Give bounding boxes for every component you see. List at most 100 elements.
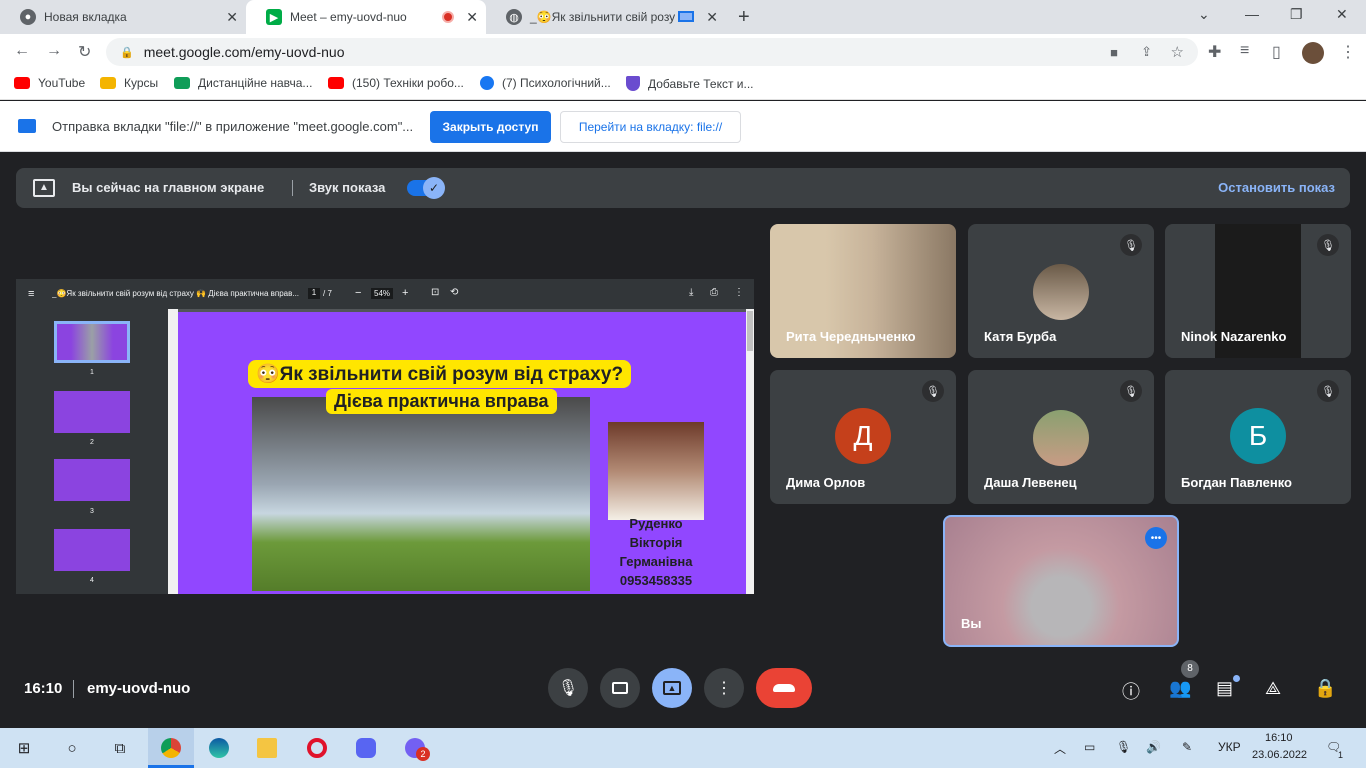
bookmark-technics[interactable]: (150) Техніки робо... bbox=[328, 76, 464, 90]
opera-icon[interactable] bbox=[307, 738, 327, 758]
taskbar-date[interactable]: 23.06.2022 bbox=[1252, 749, 1307, 761]
info-button[interactable]: ⓘ bbox=[1122, 678, 1140, 704]
close-tab-icon[interactable]: ✕ bbox=[706, 9, 718, 26]
divider bbox=[292, 180, 293, 196]
present-button[interactable]: ▲ bbox=[652, 668, 692, 708]
search-icon[interactable]: ○ bbox=[62, 738, 82, 758]
bookmark-youtube[interactable]: YouTube bbox=[14, 76, 85, 90]
thumbnail-number: 1 bbox=[90, 369, 94, 376]
reload-icon[interactable]: ↻ bbox=[78, 42, 91, 62]
zoom-out-icon[interactable]: − bbox=[355, 287, 361, 299]
scrollbar[interactable] bbox=[168, 309, 178, 594]
extensions-icon[interactable]: ✚ bbox=[1208, 42, 1221, 62]
taskbar-time[interactable]: 16:10 bbox=[1265, 732, 1293, 744]
print-icon[interactable]: ⎙ bbox=[710, 287, 718, 298]
close-tab-icon[interactable]: ✕ bbox=[226, 9, 238, 26]
camera-icon[interactable]: ■ bbox=[1110, 45, 1118, 60]
zoom-in-icon[interactable]: + bbox=[402, 287, 408, 299]
shield-icon bbox=[626, 76, 640, 91]
speaking-icon: ••• bbox=[1145, 527, 1167, 549]
participant-tile[interactable]: Рита Чередныченко bbox=[770, 224, 956, 358]
rotate-icon[interactable]: ⟲ bbox=[450, 287, 458, 298]
microphone-button[interactable]: 🎙 bbox=[548, 668, 588, 708]
bookmark-kursy[interactable]: Курсы bbox=[100, 76, 158, 90]
thumbnail-number: 2 bbox=[90, 439, 94, 446]
chrome-icon[interactable] bbox=[161, 738, 181, 758]
restore-button[interactable]: ❐ bbox=[1290, 6, 1303, 23]
bookmark-label: Дистанційне навча... bbox=[198, 76, 313, 90]
thumbnail[interactable] bbox=[54, 529, 130, 571]
stop-sharing-button[interactable]: Закрыть доступ bbox=[430, 111, 551, 143]
camera-button[interactable] bbox=[600, 668, 640, 708]
windows-start-icon[interactable]: ⊞ bbox=[14, 738, 34, 758]
discord-icon[interactable] bbox=[356, 738, 376, 758]
thumbnail[interactable] bbox=[54, 459, 130, 501]
zoom-value[interactable]: 54% bbox=[371, 288, 394, 299]
forward-icon[interactable]: → bbox=[46, 42, 62, 60]
people-button[interactable]: 👥 bbox=[1169, 678, 1191, 699]
task-view-icon[interactable]: ⧉ bbox=[110, 738, 130, 758]
author-patronymic: Германівна bbox=[619, 554, 693, 569]
slide-scrollbar[interactable] bbox=[746, 309, 754, 594]
tray-chevron-icon[interactable]: ︿ bbox=[1054, 740, 1066, 757]
tab-search-icon[interactable]: ⌄ bbox=[1198, 6, 1210, 23]
meeting-time: 16:10 bbox=[24, 680, 63, 697]
edge-icon[interactable] bbox=[209, 738, 229, 758]
recording-icon bbox=[442, 11, 454, 23]
participant-tile[interactable]: 🎙 Даша Левенец bbox=[968, 370, 1154, 504]
host-controls-button[interactable]: 🔒 bbox=[1314, 678, 1336, 699]
participant-tile[interactable]: 🎙 Ninok Nazarenko bbox=[1165, 224, 1351, 358]
media-icon[interactable]: ≡ bbox=[1240, 42, 1249, 60]
pdf-slide: 😳Як звільнити свій розум від страху? Діє… bbox=[178, 312, 746, 594]
close-tab-icon[interactable]: ✕ bbox=[466, 9, 478, 26]
address-bar[interactable]: 🔒 meet.google.com/emy-uovd-nuo ■ ⇪ ☆ bbox=[106, 38, 1198, 66]
bookmark-psych[interactable]: (7) Психологічний... bbox=[480, 76, 611, 90]
language-indicator[interactable]: УКР bbox=[1218, 740, 1241, 754]
participant-tile[interactable]: 🎙 Д Дима Орлов bbox=[770, 370, 956, 504]
audio-toggle[interactable]: ✓ bbox=[407, 177, 445, 199]
pen-icon[interactable]: ✎ bbox=[1182, 740, 1192, 754]
bookmark-text[interactable]: Добавьте Текст и... bbox=[626, 76, 754, 91]
more-options-button[interactable]: ⋮ bbox=[704, 668, 744, 708]
page-input[interactable]: 1 bbox=[308, 288, 320, 299]
leave-call-button[interactable] bbox=[756, 668, 812, 708]
author-surname: Руденко bbox=[629, 516, 683, 531]
bookmark-distance[interactable]: Дистанційне навча... bbox=[174, 76, 312, 90]
switch-tab-button[interactable]: Перейти на вкладку: file:// bbox=[560, 111, 741, 143]
stop-presenting-button[interactable]: Остановить показ bbox=[1218, 180, 1335, 195]
menu-icon[interactable]: ⋮ bbox=[1340, 42, 1356, 62]
battery-icon[interactable]: ▭ bbox=[1084, 740, 1095, 754]
new-tab-button[interactable]: + bbox=[738, 6, 750, 29]
tab-pdf[interactable]: ◍ _😳Як звільнити свій розу ✕ bbox=[486, 0, 726, 34]
meet-icon: ▶ bbox=[266, 9, 282, 25]
activities-button[interactable]: ⟁ bbox=[1265, 678, 1281, 699]
menu-icon[interactable]: ≡ bbox=[28, 288, 34, 300]
minimize-button[interactable]: — bbox=[1245, 6, 1259, 22]
viber-badge: 2 bbox=[416, 747, 430, 761]
chat-button[interactable]: ▤ bbox=[1216, 678, 1233, 699]
camera-icon bbox=[612, 682, 628, 694]
thumbnail[interactable] bbox=[54, 321, 130, 363]
mic-tray-icon[interactable]: 🎙 bbox=[1116, 740, 1131, 754]
explorer-icon[interactable] bbox=[257, 738, 277, 758]
close-window-button[interactable]: ✕ bbox=[1336, 6, 1348, 23]
share-icon[interactable]: ⇪ bbox=[1141, 44, 1152, 60]
participant-name: Богдан Павленко bbox=[1181, 475, 1292, 490]
self-tile[interactable]: ••• Вы bbox=[943, 515, 1179, 647]
url-text: meet.google.com/emy-uovd-nuo bbox=[143, 44, 345, 60]
tab-meet[interactable]: ▶ Meet – emy-uovd-nuo ✕ bbox=[246, 0, 486, 34]
more-icon[interactable]: ⋮ bbox=[734, 287, 744, 298]
sidepanel-icon[interactable]: ▯ bbox=[1272, 42, 1281, 62]
participant-tile[interactable]: 🎙 Катя Бурба bbox=[968, 224, 1154, 358]
thumbnail[interactable] bbox=[54, 391, 130, 433]
volume-icon[interactable]: 🔊 bbox=[1146, 740, 1161, 754]
presenting-bar: ▲ Вы сейчас на главном экране Звук показ… bbox=[16, 168, 1350, 208]
download-icon[interactable]: ⤓ bbox=[689, 287, 693, 298]
star-icon[interactable]: ☆ bbox=[1171, 43, 1184, 61]
fit-icon[interactable]: ⊡ bbox=[431, 287, 439, 298]
avatar[interactable] bbox=[1302, 42, 1324, 64]
tab-new[interactable]: ● Новая вкладка ✕ bbox=[0, 0, 246, 34]
back-icon[interactable]: ← bbox=[14, 42, 30, 60]
participant-tile[interactable]: 🎙 Б Богдан Павленко bbox=[1165, 370, 1351, 504]
facebook-icon bbox=[480, 76, 494, 90]
